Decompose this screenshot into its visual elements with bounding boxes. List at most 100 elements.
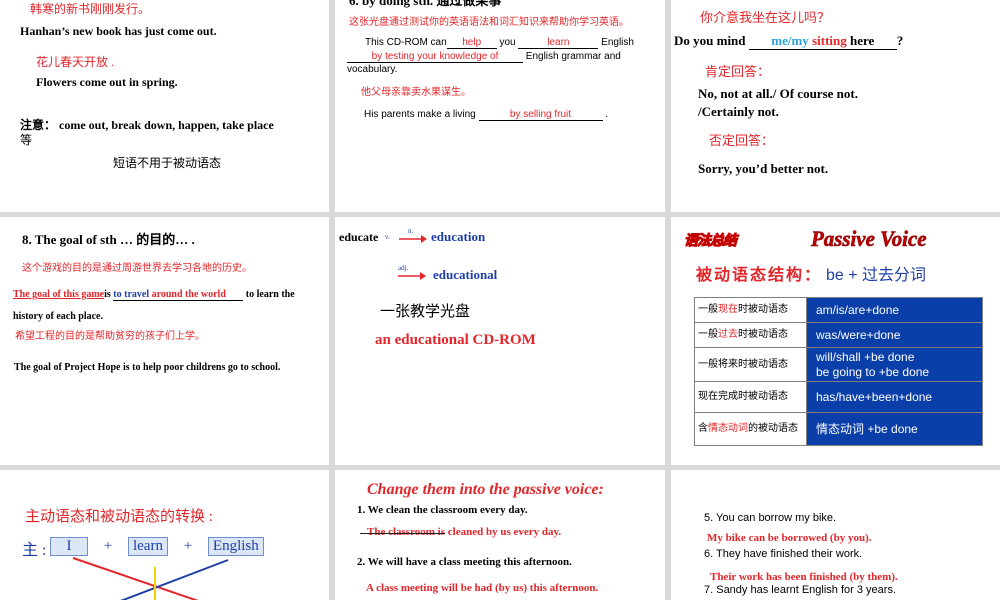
slide7-cross-lines (72, 557, 229, 600)
slide3-question-cn: 你介意我坐在这儿吗？ (700, 10, 831, 25)
slide2-heading: 6. by doing sth. 通过做某事 (349, 0, 502, 8)
slide4-blank-goal: The goal of this game (13, 289, 105, 300)
slide5-education: education (431, 229, 486, 244)
slide2-sent1-cn: 这张光盘通过测试你的英语语法和词汇知识来帮助你学习英语。 (349, 17, 629, 28)
slide-change-passive-2[interactable]: 5. You can borrow my bike. My bike can b… (671, 470, 1000, 600)
slide3-q-blank-2: sitting (812, 33, 847, 48)
slide1-line4-en: Flowers come out in spring. (36, 75, 178, 89)
slide-educate[interactable]: educate v. n. education adj. educational… (335, 217, 665, 465)
slide1-note-sub: 短语不用于被动语态 (113, 156, 222, 170)
tense-cell: 一般现在时被动语态 (694, 297, 807, 323)
slide2-sent1-line2: by testing your knowledge of English gra… (347, 51, 621, 63)
table-row: 一般现在时被动语态 am/is/are+done (694, 297, 983, 323)
slide4-cn1: 这个游戏的目的是通过周游世界去学习各地的历史。 (22, 263, 252, 274)
slide-passive-voice-summary[interactable]: 语法总结 Passive Voice 被动语态结构： be + 过去分词 一般现… (671, 217, 1000, 465)
slide-goal-of[interactable]: 8. The goal of sth … 的目的… . 这个游戏的目的是通过周游… (0, 217, 329, 465)
slide4-tail2: history of each place. (13, 311, 103, 322)
slide1-note-label: 注意： (20, 118, 57, 132)
formula-cell: was/were+done (806, 322, 983, 348)
slide1-note: 注意： come out, break down, happen, take p… (20, 116, 274, 133)
slide5-en: an educational CD-ROM (375, 332, 536, 348)
slide9-a5: My bike can be borrowed (by you). (707, 532, 872, 544)
slide8-a2: A class meeting will be had (by us) this… (366, 582, 599, 594)
slide5-arrow-noun-icon (399, 235, 427, 243)
slide3-q-blank-1: me/my (771, 33, 809, 48)
formula-cell: has/have+been+done (806, 381, 983, 413)
slide9-s5: 5. You can borrow my bike. (704, 512, 837, 524)
slide4-blank-travel-1: to travel (113, 289, 150, 300)
slide4-en2: The goal of Project Hope is to help poor… (14, 362, 281, 373)
slide1-note-tail: 等 (20, 133, 33, 147)
slide-by-doing[interactable]: 6. by doing sth. 通过做某事 这张光盘通过测试你的英语语法和词汇… (335, 0, 665, 212)
slide2-blank-help: help (446, 37, 497, 49)
slide3-q-a: Do you mind (674, 33, 746, 48)
slide2-sent1-c: you (499, 37, 516, 48)
slide2-sent2: His parents make a living by selling fru… (364, 109, 608, 121)
slide1-note-text: come out, break down, happen, take place (59, 118, 274, 132)
slide4-tail1: to learn the (245, 289, 295, 300)
slide6-struct-label: 被动语态结构： (696, 267, 823, 284)
slide-change-passive-1[interactable]: Change them into the passive voice: 1. W… (335, 470, 665, 600)
slide1-line3-cn: 花儿春天开放 . (36, 55, 115, 69)
slide3-neg-1: Sorry, you’d better not. (698, 161, 829, 176)
slide3-q-blank: me/my sitting here (748, 33, 897, 50)
table-row: 一般过去时被动语态 was/were+done (694, 322, 983, 348)
slide5-educational: educational (433, 267, 498, 282)
slide8-s1: 1. We clean the classroom every day. (357, 504, 528, 516)
slide4-cn2: 希望工程的目的是帮助贫穷的孩子们上学。 (15, 331, 205, 342)
slide6-struct: 被动语态结构： be + 过去分词 (696, 261, 926, 285)
slide6-title: Passive Voice (811, 226, 927, 252)
slide3-pos-label: 肯定回答： (705, 64, 771, 79)
slide3-q-end: ? (896, 33, 904, 48)
slide4-sentence1: The goal of this gameis to travel around… (13, 289, 295, 301)
slide-do-you-mind[interactable]: 你介意我坐在这儿吗？ Do you mind me/my sitting her… (671, 0, 1000, 212)
slide9-s6: 6. They have finished their work. (704, 548, 863, 560)
slide1-line1-cn: 韩寒的新书刚刚发行。 (30, 2, 151, 16)
slide6-struct-formula: be + 过去分词 (826, 267, 927, 284)
slide4-heading: 8. The goal of sth … 的目的… . (22, 232, 195, 247)
slide9-a6: Their work has been finished (by them). (710, 571, 898, 583)
slide2-blank-learn: learn (518, 37, 599, 49)
slide2-sent1-a: This CD-ROM can (365, 37, 447, 48)
slide2-sent1-d: English (601, 37, 634, 48)
slide2-sent1-line1: This CD-ROM can help you learn English (365, 37, 634, 49)
formula-cell: 情态动词 +be done (806, 412, 983, 446)
slide2-blank-selling: by selling fruit (478, 109, 603, 121)
formula-cell: am/is/are+done (806, 297, 983, 323)
table-row: 现在完成时被动语态 has/have+been+done (694, 381, 983, 413)
slide-voice-conversion[interactable]: 主动语态和被动语态的转换 : 主 : I + learn + English (0, 470, 329, 600)
slide2-sent1-e: English grammar and (525, 51, 621, 62)
slide4-blank-travel: to travel around the world (113, 289, 244, 301)
slide4-is: is (104, 289, 111, 300)
slide2-sent2-a: His parents make a living (364, 109, 476, 120)
tense-cell: 含情态动词的被动语态 (694, 412, 807, 446)
slide2-sent2-c: . (605, 109, 609, 120)
slide3-q-here: here (849, 33, 875, 48)
table-row: 含情态动词的被动语态 情态动词 +be done (694, 412, 983, 446)
tense-cell: 一般过去时被动语态 (694, 322, 807, 348)
slide3-neg-label: 否定回答： (709, 133, 775, 148)
slide6-badge: 语法总结 (684, 232, 738, 249)
slide3-question-en: Do you mind me/my sitting here ? (674, 33, 903, 50)
slide8-a1: The classroom is cleaned by us every day… (367, 526, 562, 538)
slide5-cn: 一张教学光盘 (380, 304, 471, 320)
slide6-tense-table: 一般现在时被动语态 am/is/are+done 一般过去时被动语态 was/w… (694, 297, 983, 446)
tense-cell: 现在完成时被动语态 (694, 381, 807, 413)
slide2-blank-by-testing: by testing your knowledge of (347, 51, 523, 63)
slide8-strike-line (360, 533, 445, 534)
slide3-pos-1: No, not at all./ Of course not. (698, 86, 858, 101)
slide5-arrow-adj-icon (398, 272, 426, 280)
slide-come-out[interactable]: 韩寒的新书刚刚发行。 Hanhan’s new book has just co… (0, 0, 329, 212)
slide5-educate: educate (339, 230, 379, 244)
slide2-sent1-f: vocabulary. (347, 64, 398, 75)
slide8-s2: 2. We will have a class meeting this aft… (357, 556, 572, 568)
slide3-pos-2: /Certainly not. (698, 104, 779, 119)
tense-cell: 一般将来时被动语态 (694, 347, 807, 382)
slide4-blank-travel-2: around the world (151, 289, 226, 300)
table-row: 一般将来时被动语态 will/shall +be done be going t… (694, 347, 983, 382)
slide2-sent2-cn: 他父母亲靠卖水果谋生。 (361, 87, 471, 98)
slide8-title: Change them into the passive voice: (367, 481, 604, 498)
slide1-line2-en: Hanhan’s new book has just come out. (20, 24, 217, 38)
slide9-s7: 7. Sandy has learnt English for 3 years. (704, 584, 896, 596)
formula-cell: will/shall +be done be going to +be done (806, 347, 983, 382)
